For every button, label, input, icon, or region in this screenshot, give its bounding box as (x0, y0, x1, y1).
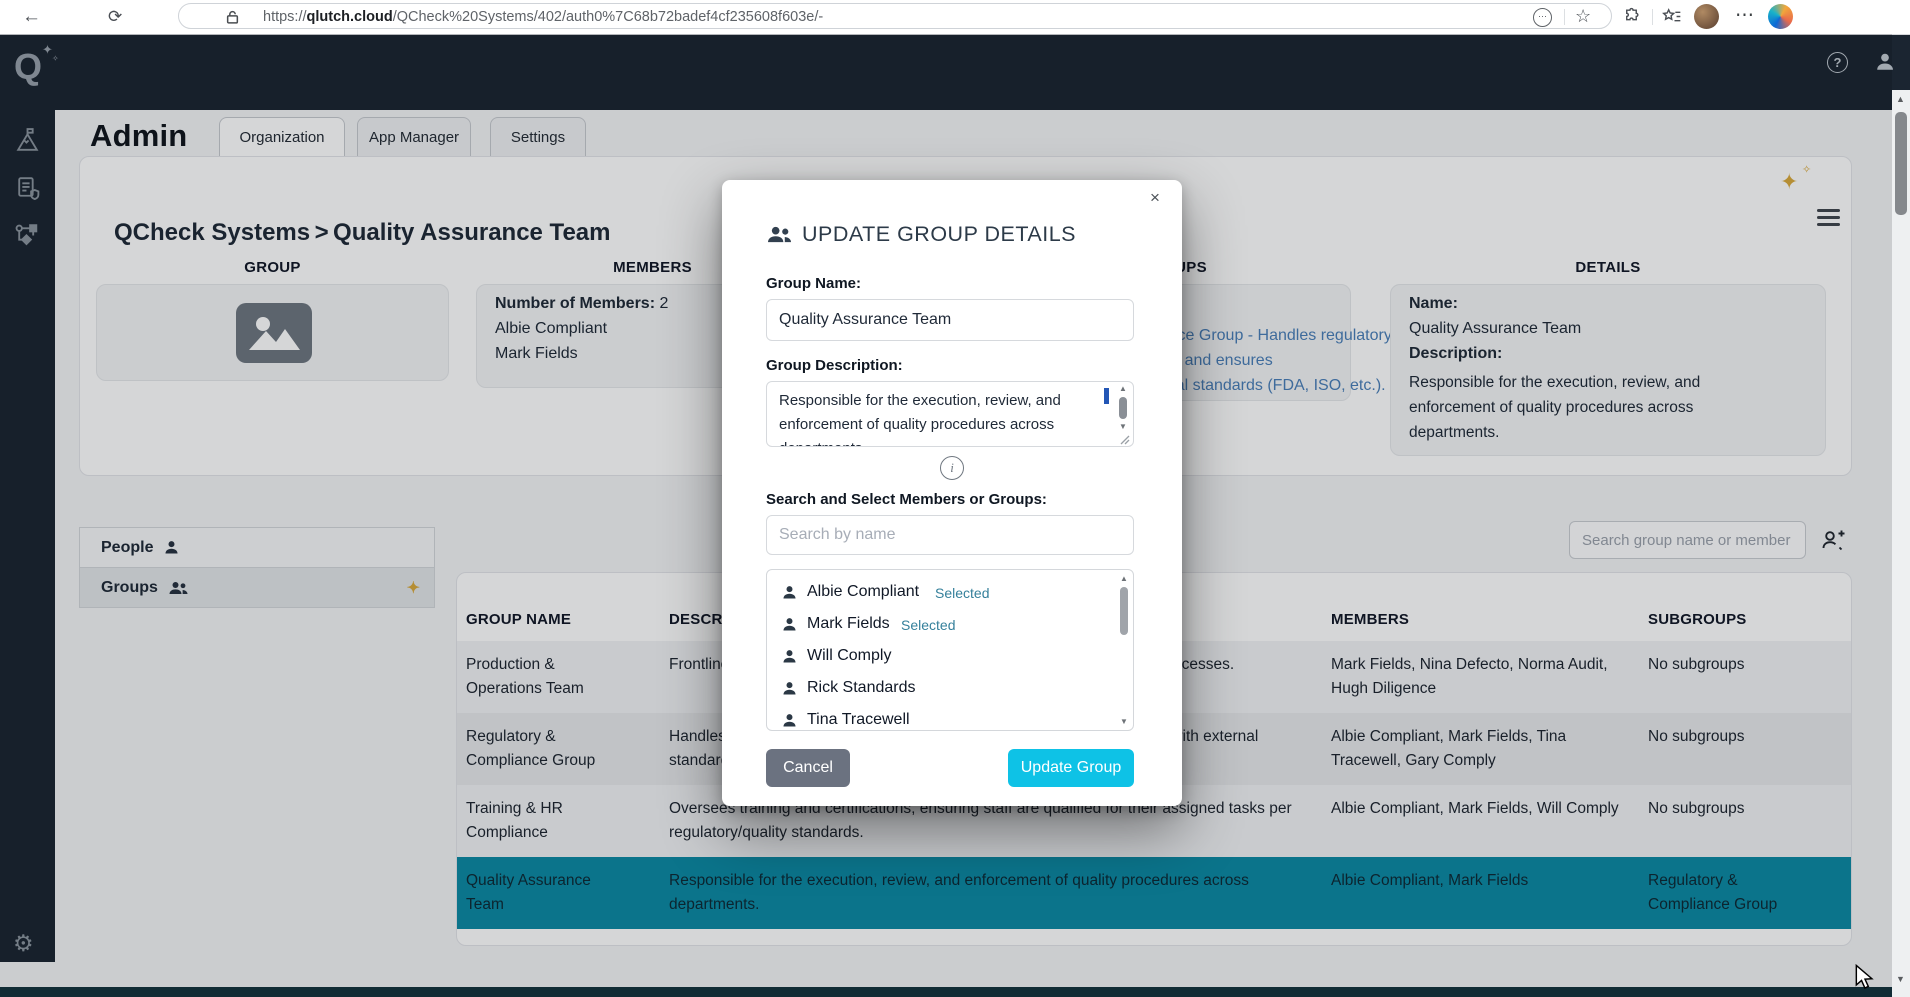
textarea-scroll-up-icon[interactable]: ▲ (1119, 385, 1127, 393)
person-icon (781, 648, 798, 665)
url-text[interactable]: https://qlutch.cloud/QCheck%20Systems/40… (263, 9, 823, 25)
member-select-list: Albie Compliant Selected Mark Fields Sel… (766, 569, 1134, 731)
member-selected-badge: Selected (935, 585, 989, 601)
update-group-modal: × UPDATE GROUP DETAILS Group Name: Group… (722, 180, 1182, 806)
member-option-name: Albie Compliant (807, 583, 919, 601)
browser-back-icon[interactable]: ← (22, 7, 41, 26)
update-group-button[interactable]: Update Group (1008, 749, 1134, 787)
textarea-scroll-down-icon[interactable]: ▼ (1119, 423, 1127, 431)
modal-title: UPDATE GROUP DETAILS (802, 222, 1076, 247)
list-scroll-down-icon[interactable]: ▼ (1120, 718, 1128, 726)
group-description-textarea[interactable]: Responsible for the execution, review, a… (766, 381, 1134, 447)
group-people-icon (766, 223, 793, 246)
resize-grip-icon[interactable] (1118, 433, 1130, 445)
list-scrollbar-thumb[interactable] (1120, 587, 1128, 635)
member-option-name: Rick Standards (807, 679, 916, 697)
person-icon (781, 584, 798, 601)
text-caret (1104, 388, 1109, 404)
group-name-label: Group Name: (766, 275, 861, 292)
browser-toolbar: ← ⟳ https://qlutch.cloud/QCheck%20System… (0, 0, 1910, 35)
info-icon[interactable]: i (940, 456, 964, 480)
group-name-input[interactable] (766, 299, 1134, 341)
copilot-icon[interactable] (1768, 4, 1793, 29)
member-selected-badge: Selected (901, 617, 955, 633)
browser-profile-avatar[interactable] (1694, 4, 1719, 29)
member-option[interactable]: Albie Compliant Selected (767, 576, 1133, 608)
list-scroll-up-icon[interactable]: ▲ (1120, 575, 1128, 583)
member-option[interactable]: Rick Standards (767, 672, 1133, 704)
textarea-scrollbar-thumb[interactable] (1119, 397, 1127, 419)
member-search-input[interactable] (766, 515, 1134, 555)
group-description-label: Group Description: (766, 357, 903, 374)
browser-menu-icon[interactable]: ⋯ (1735, 6, 1754, 25)
member-option-name: Will Comply (807, 647, 891, 665)
scrollbar-up-icon[interactable]: ▲ (1896, 94, 1905, 104)
person-icon (781, 616, 798, 633)
browser-refresh-icon[interactable]: ⟳ (108, 8, 122, 25)
divider (1652, 9, 1653, 25)
person-icon (781, 680, 798, 697)
member-option[interactable]: Mark Fields Selected (767, 608, 1133, 640)
modal-header: UPDATE GROUP DETAILS (766, 222, 1076, 247)
scrollbar-down-icon[interactable]: ▼ (1896, 974, 1905, 984)
divider (1564, 9, 1565, 25)
member-option-name: Tina Tracewell (807, 711, 910, 729)
member-search-label: Search and Select Members or Groups: (766, 491, 1047, 508)
member-option-name: Mark Fields (807, 615, 890, 633)
screen: ← ⟳ https://qlutch.cloud/QCheck%20System… (0, 0, 1910, 997)
member-option[interactable]: Tina Tracewell (767, 704, 1133, 731)
member-option[interactable]: Will Comply (767, 640, 1133, 672)
favorite-star-icon[interactable]: ☆ (1575, 7, 1591, 25)
mouse-cursor (1854, 964, 1876, 990)
site-lock-icon[interactable] (226, 10, 239, 24)
address-bar[interactable]: https://qlutch.cloud/QCheck%20Systems/40… (178, 3, 1612, 29)
cancel-button[interactable]: Cancel (766, 749, 850, 787)
page-scrollbar-thumb[interactable] (1895, 112, 1907, 215)
person-icon (781, 712, 798, 729)
close-icon[interactable]: × (1150, 188, 1160, 208)
favorites-bar-icon[interactable] (1662, 7, 1682, 26)
extensions-puzzle-icon[interactable] (1622, 7, 1641, 26)
page-scrollbar[interactable] (1892, 90, 1910, 997)
permissions-icon[interactable]: ⋯ (1533, 8, 1552, 27)
